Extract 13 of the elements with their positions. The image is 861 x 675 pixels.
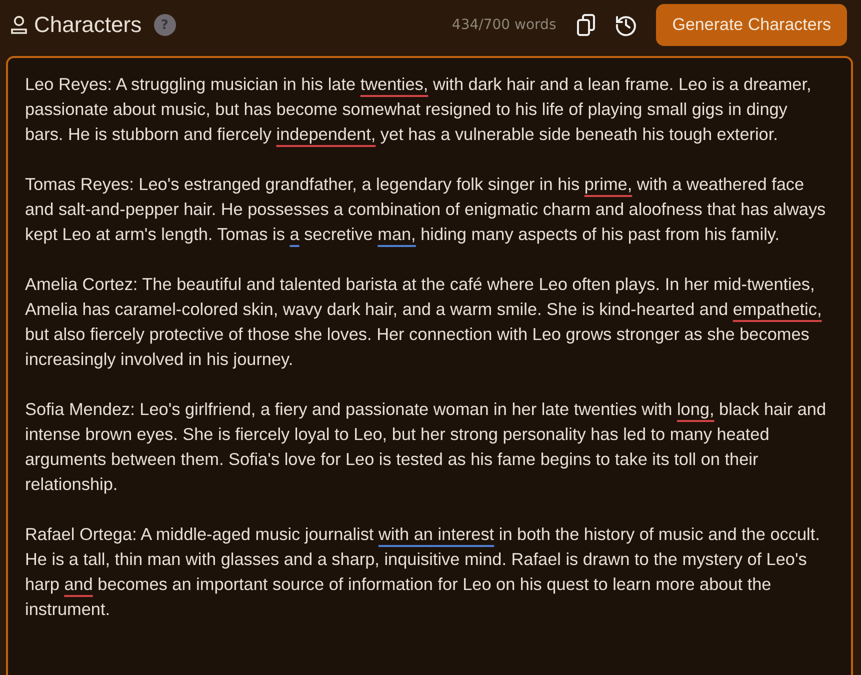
copy-icon[interactable] <box>576 13 596 37</box>
word-count: 434/700 words <box>452 17 556 33</box>
character-description: Sofia Mendez: Leo's girlfriend, a fiery and passionate woman in her late twenties with long, black hair and intense brown eyes. She is fiercely loyal to Leo, but her strong personality has led to many heated arguments between them. Sofia's love for Leo is tested as his fame begins to take its toll on their relationship. <box>25 398 828 496</box>
character-description: Amelia Cortez: The beautiful and talented barista at the café where Leo often plays. In her mid-twenties, Amelia has caramel-colored skin, wavy dark hair, and a warm smile. She is kind-hearted and empathetic, but also fiercely protective of those she loves. Her connection with Leo grows stronger as she becomes increasingly involved in his journey. <box>25 273 823 371</box>
character-description: Leo Reyes: A struggling musician in his late twenties, with dark hair and a lean frame. Leo is a dreamer, passionate about music, but has become somewhat resigned to his life of playing small gigs in dingy bars. He is stubborn and fiercely independent, yet has a vulnerable side beneath his tough exterior. <box>25 73 812 146</box>
panel-title: Characters <box>34 12 142 38</box>
character-description: Rafael Ortega: A middle-aged music journalist with an interest in both the history of music and the occult. He is a tall, thin man with glasses and a sharp, inquisitive mind. Rafael is drawn to the mystery of Leo's harp and becomes an important source of information for Leo on his quest to learn more about the instrument. <box>25 523 821 621</box>
character-description: Tomas Reyes: Leo's estranged grandfather, a legendary folk singer in his prime, with a weathered face and salt-and-pepper hair. He possesses a combination of enigmatic charm and aloofness that has always kept Leo at arm's length. Tomas is a secretive man, hiding many aspects of his past from his family. <box>25 173 827 246</box>
generate-button[interactable]: Generate Characters <box>656 4 847 46</box>
help-button[interactable]: ? <box>154 14 176 36</box>
text-editor[interactable] <box>6 56 853 675</box>
user-icon <box>10 15 28 35</box>
history-icon[interactable] <box>614 13 638 37</box>
